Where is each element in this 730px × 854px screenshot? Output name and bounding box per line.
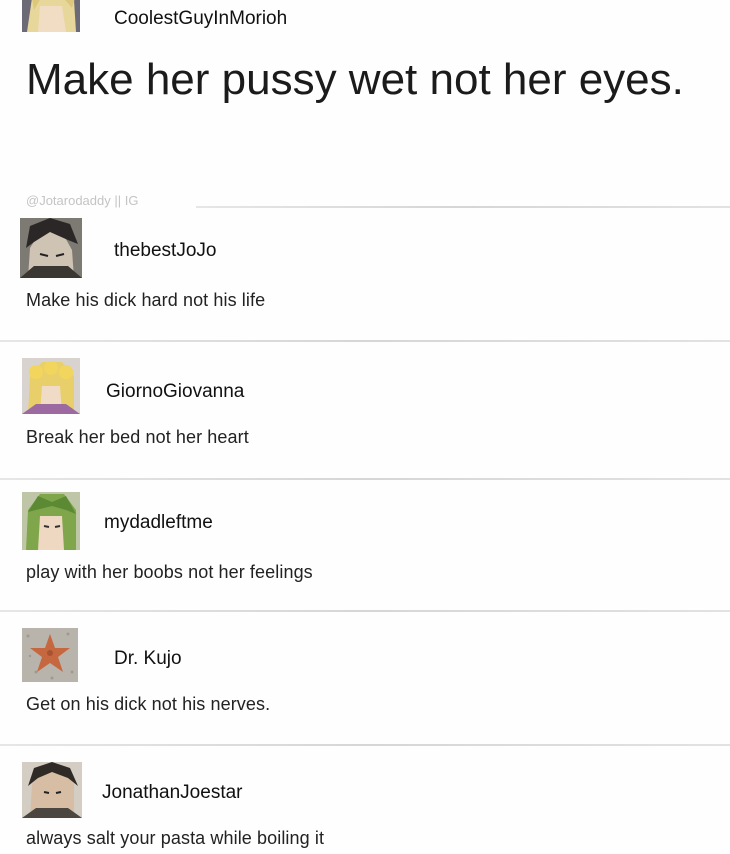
avatar-icon[interactable] — [22, 492, 80, 550]
post-text: always salt your pasta while boiling it — [26, 828, 325, 848]
avatar-icon[interactable] — [22, 762, 82, 818]
post-text: Get on his dick not his nerves. — [26, 694, 271, 714]
post-header-5: Dr. Kujo — [0, 624, 730, 684]
avatar-icon[interactable] — [22, 358, 80, 414]
divider — [0, 744, 730, 746]
divider — [196, 206, 730, 208]
starfish-icon[interactable] — [22, 628, 78, 682]
watermark-credit: @Jotarodaddy || IG — [26, 193, 139, 208]
divider — [0, 610, 730, 612]
post-header-3: GiornoGiovanna — [0, 354, 730, 414]
username[interactable]: Dr. Kujo — [114, 648, 182, 670]
post-text: play with her boobs not her feelings — [26, 562, 313, 582]
post-text-large: Make her pussy wet not her eyes. — [26, 55, 684, 104]
post-header-4: mydadleftme — [0, 490, 730, 550]
post-text: Break her bed not her heart — [26, 427, 249, 447]
divider — [0, 340, 730, 342]
post-text: Make his dick hard not his life — [26, 290, 266, 310]
username[interactable]: GiornoGiovanna — [106, 381, 244, 403]
username[interactable]: CoolestGuyInMorioh — [114, 8, 287, 30]
username[interactable]: thebestJoJo — [114, 240, 216, 262]
post-header-6: JonathanJoestar — [0, 756, 730, 818]
username[interactable]: JonathanJoestar — [102, 782, 243, 804]
divider — [0, 478, 730, 480]
avatar-icon[interactable] — [22, 0, 80, 32]
avatar-icon[interactable] — [20, 218, 82, 278]
post-header-2: thebestJoJo — [0, 214, 730, 278]
username[interactable]: mydadleftme — [104, 512, 213, 534]
post-thread: CoolestGuyInMorioh Make her pussy wet no… — [0, 0, 730, 854]
